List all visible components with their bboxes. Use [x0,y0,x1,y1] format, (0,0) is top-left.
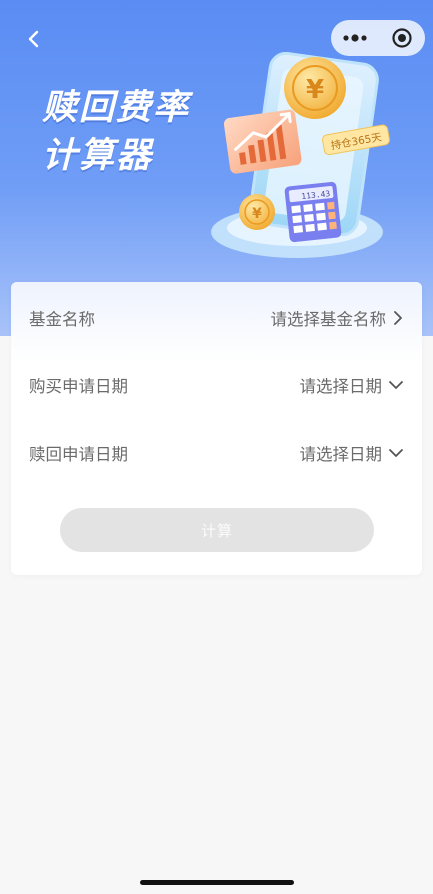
target-circle-icon [391,28,412,48]
buy-date-row[interactable]: 购买申请日期 请选择日期 [11,360,422,410]
buy-date-label: 购买申请日期 [29,377,128,396]
chevron-left-icon [28,30,39,48]
hero-title-line2: 计算器 [42,136,154,176]
fund-name-value: 请选择基金名称 [270,310,387,329]
svg-text:¥: ¥ [306,75,324,105]
home-indicator [140,880,294,885]
fund-name-row[interactable]: 基金名称 请选择基金名称 [11,293,422,343]
redeem-date-value: 请选择日期 [299,445,383,464]
chevron-down-icon [389,381,403,389]
calculator-form-card: 基金名称 请选择基金名称 购买申请日期 请选择日期 赎回申请日期 请选择日期 计… [11,282,422,575]
redeem-date-row[interactable]: 赎回申请日期 请选择日期 [11,428,422,478]
calculator-icon: 113.43 [284,181,342,243]
miniprogram-capsule [331,20,425,56]
hero-title-line1: 赎回费率 [42,88,191,128]
redeem-date-label: 赎回申请日期 [29,445,128,464]
calculate-button[interactable]: 计算 [60,508,374,552]
svg-text:¥: ¥ [252,206,262,222]
back-button[interactable] [20,24,48,54]
hero-title: 赎回费率 计算器 [42,84,190,180]
chevron-right-icon [394,311,402,325]
phone-illustration: ¥ 持仓365天 ¥ 113.43 [211,52,390,258]
fund-name-label: 基金名称 [29,310,95,329]
chart-card-icon [223,109,302,174]
close-miniprogram-button[interactable] [378,20,425,56]
more-button[interactable] [331,20,378,56]
buy-date-value: 请选择日期 [299,377,383,396]
more-dots-icon [342,34,367,42]
chevron-down-icon [389,449,403,457]
